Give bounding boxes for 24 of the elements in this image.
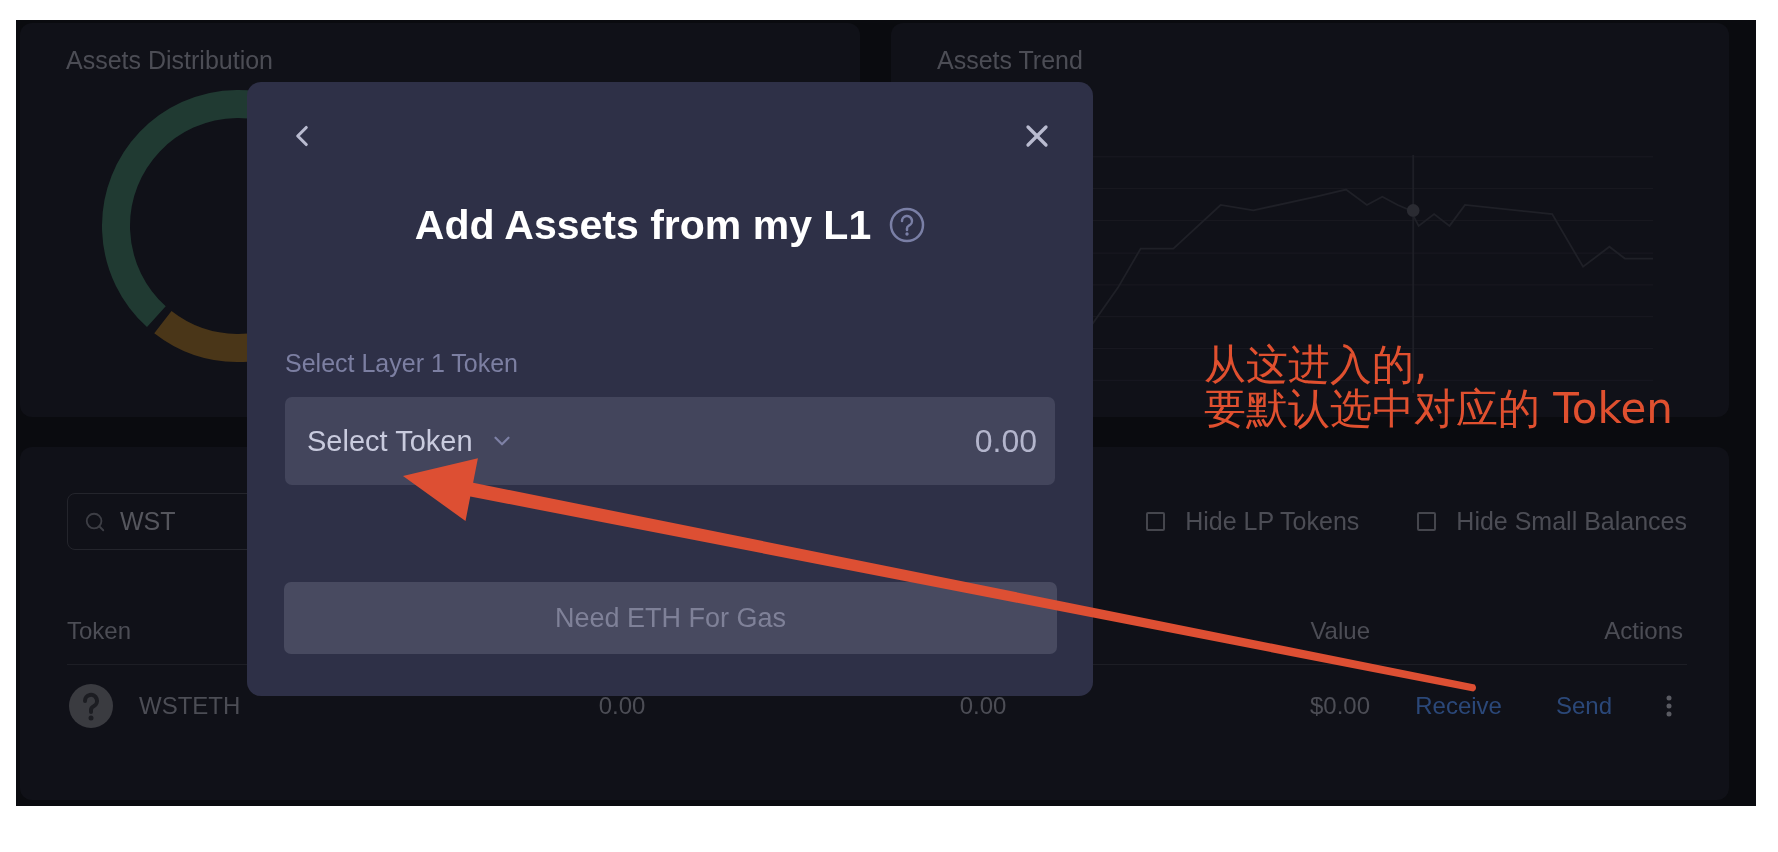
- column-header: Token: [67, 617, 133, 645]
- amount-value: 0.00: [974, 422, 1037, 460]
- filter-checkbox[interactable]: Hide Small Balances: [1417, 507, 1687, 536]
- filter-checkbox[interactable]: Hide LP Tokens: [1146, 507, 1360, 536]
- annotation-text: 从这进入的,: [1204, 343, 1428, 387]
- card-title: Assets Distribution: [66, 47, 274, 73]
- help-icon[interactable]: [889, 207, 926, 243]
- dialog-title: Add Assets from my L1: [414, 201, 872, 249]
- token-select[interactable]: Select Token: [307, 424, 515, 458]
- token-amount-field[interactable]: Select Token 0.00: [285, 397, 1055, 485]
- card-title: Assets Trend: [937, 47, 1083, 73]
- more-icon[interactable]: [1666, 695, 1672, 717]
- value-cell-text: $0.00: [1308, 692, 1370, 720]
- annotation-text: 要默认选中对应的 Token: [1204, 387, 1673, 431]
- action-link[interactable]: Send: [1555, 692, 1612, 720]
- search-icon: [84, 510, 106, 533]
- table-cell-text: 0.00: [958, 692, 1008, 720]
- field-label: Select Layer 1 Token: [285, 351, 519, 375]
- action-link[interactable]: Receive: [1415, 692, 1502, 720]
- token-name: WSTETH: [139, 692, 241, 720]
- column-header: Value: [1309, 617, 1370, 645]
- column-header: Actions: [1603, 617, 1684, 645]
- table-cell-text: 0.00: [597, 692, 647, 720]
- question-token-icon: [69, 684, 113, 728]
